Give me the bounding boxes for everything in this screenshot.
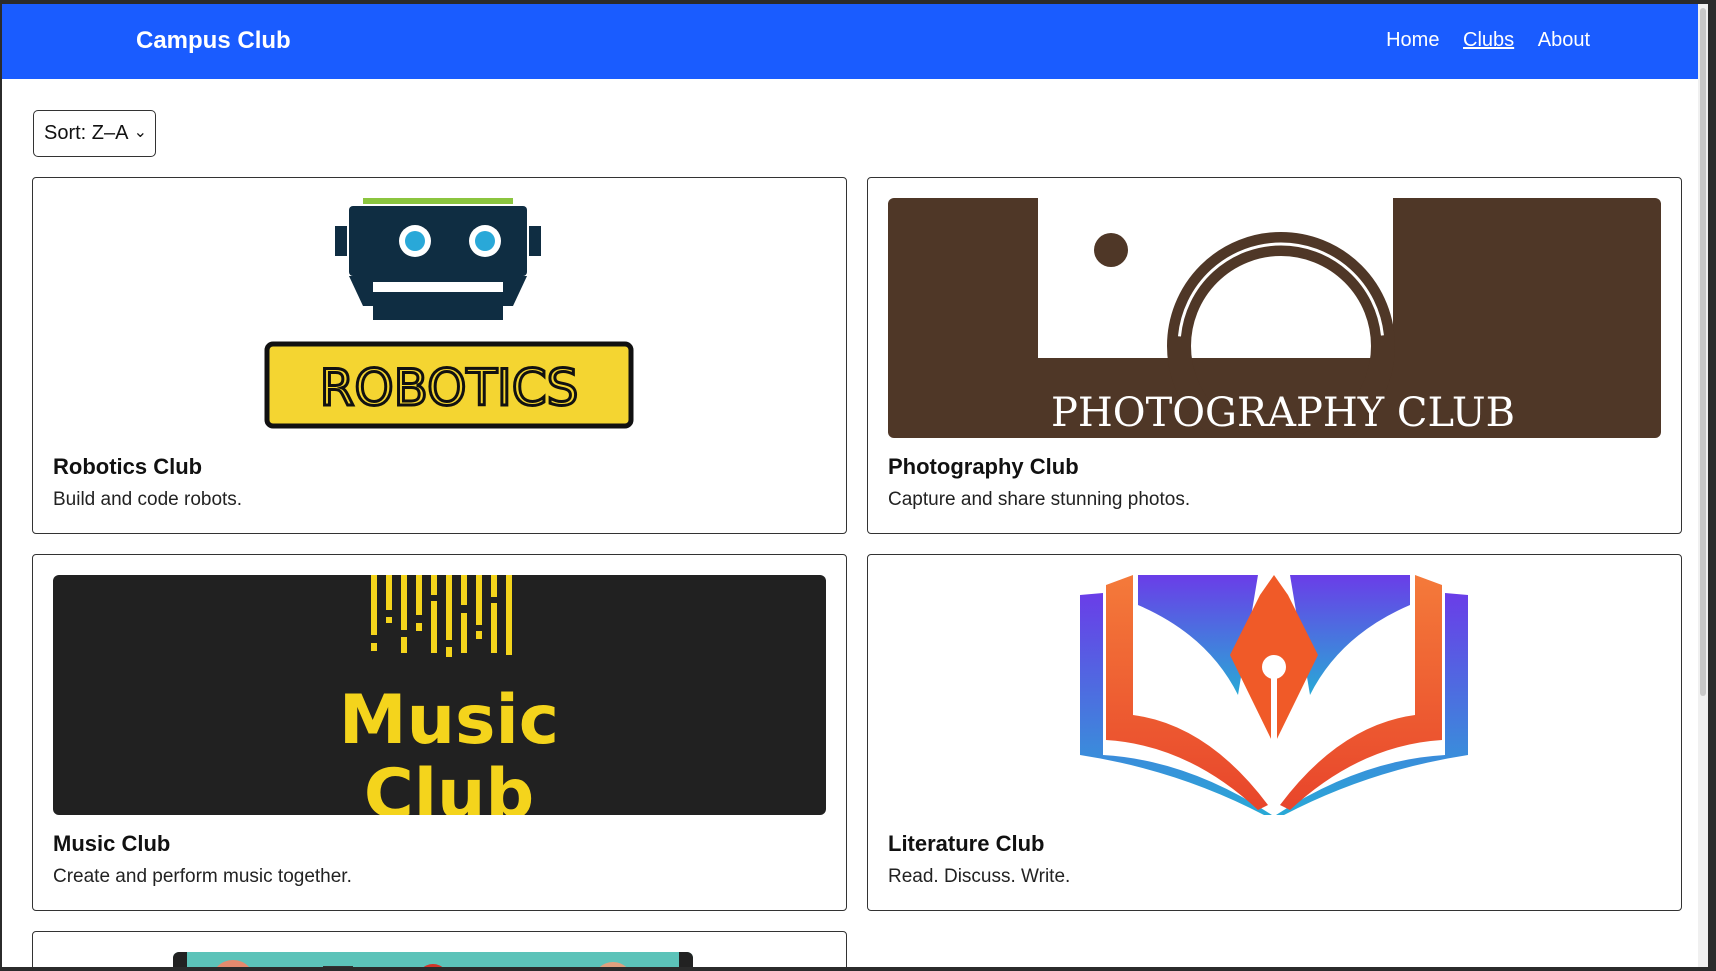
- club-card-robotics[interactable]: ROBOTICS Robotics Club Build and code ro…: [32, 177, 847, 534]
- nav-link-about[interactable]: About: [1538, 29, 1590, 51]
- club-card-literature[interactable]: Literature Club Read. Discuss. Write.: [867, 554, 1682, 911]
- browser-window: Campus Club Home Clubs About Sort: Z–A ⌄: [2, 4, 1708, 967]
- navbar: Campus Club Home Clubs About: [2, 4, 1708, 79]
- brand-title[interactable]: Campus Club: [136, 27, 291, 55]
- page-scrollbar[interactable]: [1698, 4, 1708, 967]
- scrollbar-thumb[interactable]: [1700, 8, 1706, 696]
- robotics-logo: ROBOTICS: [53, 198, 826, 438]
- music-logo: Music Club: [53, 575, 826, 815]
- club-card-music[interactable]: Music Club Music Club Create and perform…: [32, 554, 847, 911]
- club-title: Robotics Club: [53, 454, 203, 479]
- nav-links: Home Clubs About: [1368, 29, 1590, 52]
- music-logo-text-1: Music: [339, 681, 559, 760]
- sort-select[interactable]: Sort: Z–A ⌄: [33, 110, 156, 157]
- club-description: Build and code robots.: [53, 489, 243, 510]
- photography-logo-text: PHOTOGRAPHY CLUB: [1051, 390, 1515, 436]
- club-title: Music Club: [53, 831, 171, 856]
- club-description: Capture and share stunning photos.: [888, 489, 1191, 510]
- literature-logo: [888, 575, 1661, 815]
- nav-link-clubs[interactable]: Clubs: [1463, 29, 1514, 51]
- robotics-logo-text: ROBOTICS: [320, 359, 579, 417]
- club-title: Photography Club: [888, 454, 1079, 479]
- club-card-partial[interactable]: [32, 931, 847, 967]
- chevron-down-icon: ⌄: [133, 124, 147, 141]
- club-description: Create and perform music together.: [53, 866, 352, 887]
- partial-club-image: [173, 952, 693, 967]
- photography-logo: PHOTOGRAPHY CLUB: [888, 198, 1661, 438]
- club-card-photography[interactable]: PHOTOGRAPHY CLUB Photography Club Captur…: [867, 177, 1682, 534]
- sort-select-value: Sort: Z–A: [44, 122, 129, 144]
- music-logo-text-2: Club: [364, 755, 534, 815]
- club-description: Read. Discuss. Write.: [888, 866, 1071, 887]
- club-title: Literature Club: [888, 831, 1045, 856]
- nav-link-home[interactable]: Home: [1386, 29, 1439, 51]
